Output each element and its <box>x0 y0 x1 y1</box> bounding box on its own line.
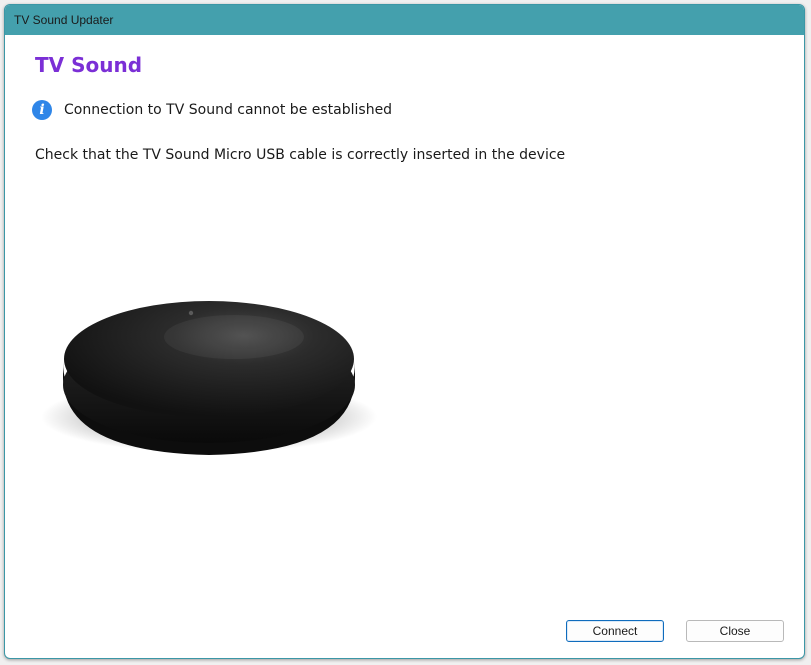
connect-button[interactable]: Connect <box>566 620 664 642</box>
main-content: TV Sound i Connection to TV Sound cannot… <box>5 35 804 658</box>
title-bar[interactable]: TV Sound Updater <box>5 5 804 35</box>
page-title: TV Sound <box>35 53 143 77</box>
window-title: TV Sound Updater <box>14 13 114 27</box>
close-button[interactable]: Close <box>686 620 784 642</box>
device-highlight <box>164 315 304 359</box>
device-image <box>41 301 377 455</box>
info-icon: i <box>32 100 52 120</box>
app-window: TV Sound Updater TV Sound i Connection t… <box>4 4 805 659</box>
indicator-light-icon <box>188 310 194 316</box>
status-text: Connection to TV Sound cannot be establi… <box>64 102 393 118</box>
status-message: i Connection to TV Sound cannot be estab… <box>32 100 392 120</box>
instruction-text: Check that the TV Sound Micro USB cable … <box>35 147 566 163</box>
